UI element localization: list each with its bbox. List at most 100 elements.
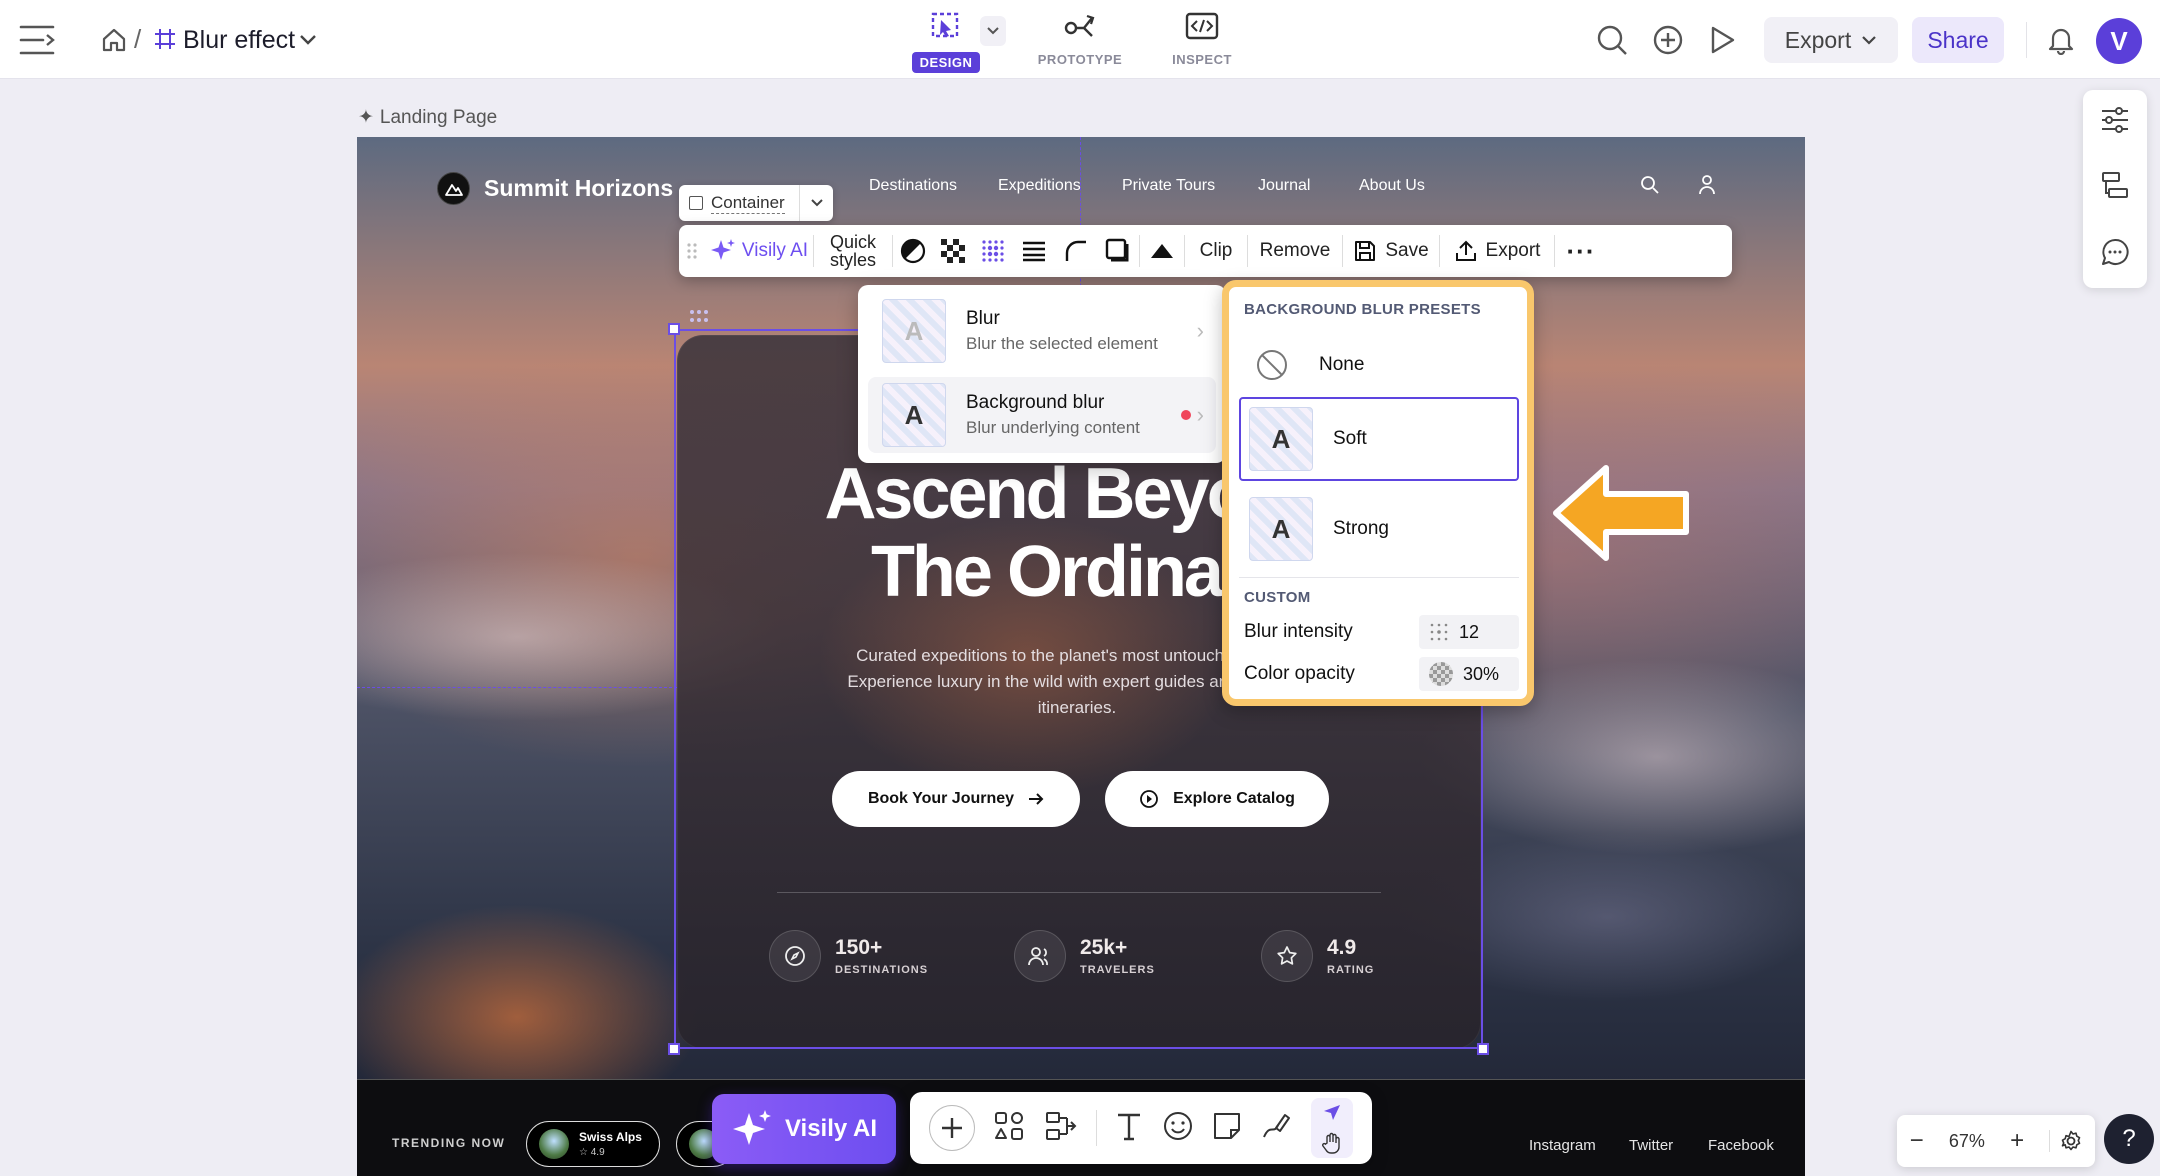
blur-intensity-input[interactable]: 12 [1419, 615, 1519, 649]
blur-intensity-label: Blur intensity [1244, 621, 1353, 642]
site-navbar: Summit Horizons Destinations Expeditions… [357, 137, 1805, 237]
toolbar-visily-ai-button[interactable]: Visily AI [705, 225, 813, 277]
add-circle-icon[interactable] [1650, 22, 1686, 58]
save-button[interactable]: Save [1343, 225, 1439, 277]
chevron-down-icon[interactable] [799, 185, 833, 221]
active-dot [1180, 410, 1191, 420]
site-user-icon[interactable] [1698, 174, 1716, 201]
corner-radius-icon[interactable] [1055, 225, 1097, 277]
zoom-out-icon[interactable]: − [1910, 1127, 1924, 1155]
footer-link-facebook[interactable]: Facebook [1708, 1137, 1774, 1154]
tab-inspect[interactable]: INSPECT [1154, 8, 1250, 74]
zoom-in-icon[interactable]: + [2010, 1127, 2024, 1155]
align-lines-icon[interactable] [1013, 225, 1055, 277]
color-opacity-input[interactable]: 30% [1419, 657, 1519, 691]
visily-ai-button[interactable]: Visily AI [712, 1094, 896, 1164]
site-nav-destinations[interactable]: Destinations [869, 177, 957, 195]
gear-icon[interactable] [2049, 1130, 2082, 1152]
blur-dots-icon[interactable] [973, 225, 1013, 277]
add-icon[interactable] [929, 1105, 976, 1151]
site-nav-private-tours[interactable]: Private Tours [1122, 177, 1215, 195]
toolbar-drag-icon[interactable] [679, 225, 705, 277]
search-icon[interactable] [1594, 22, 1630, 58]
design-icon [931, 12, 959, 38]
site-brand[interactable]: Summit Horizons [437, 172, 673, 205]
top-bar: / Blur effect DESIGN PROTOTYPE INSPECT E… [0, 0, 2160, 79]
help-button[interactable]: ? [2104, 1114, 2154, 1164]
site-nav-journal[interactable]: Journal [1258, 177, 1310, 195]
resize-handle-tl[interactable] [668, 323, 680, 335]
resize-handle-bl[interactable] [668, 1043, 680, 1055]
share-button[interactable]: Share [1912, 17, 2004, 63]
menu-item-blur-desc: Blur the selected element [966, 334, 1158, 353]
zoom-control: − 67% + [1897, 1115, 2095, 1167]
container-selector[interactable]: Container [679, 185, 833, 221]
zoom-level[interactable]: 67% [1949, 1131, 1985, 1152]
chevron-down-icon[interactable] [296, 28, 320, 52]
components-icon[interactable] [993, 1110, 1025, 1147]
file-title[interactable]: Blur effect [183, 26, 295, 55]
home-icon[interactable] [98, 24, 130, 56]
footer-link-twitter[interactable]: Twitter [1629, 1137, 1673, 1154]
hand-icon[interactable] [1321, 1132, 1342, 1154]
checker-opacity-icon[interactable] [933, 225, 973, 277]
pen-tool-icon[interactable] [1260, 1111, 1292, 1146]
flow-icon[interactable] [1044, 1110, 1078, 1147]
color-opacity-label: Color opacity [1244, 663, 1355, 684]
site-nav-about[interactable]: About Us [1359, 177, 1425, 195]
soft-thumbnail: A [1249, 407, 1313, 471]
site-brand-name: Summit Horizons [484, 175, 674, 201]
layers-tree-icon[interactable] [2100, 170, 2130, 205]
blur-dots-icon [1430, 623, 1448, 641]
remove-button[interactable]: Remove [1248, 225, 1342, 277]
play-icon[interactable] [1704, 22, 1740, 58]
contrast-icon[interactable] [893, 225, 933, 277]
preset-soft[interactable]: A Soft [1239, 397, 1519, 481]
text-tool-icon[interactable] [1115, 1111, 1143, 1146]
site-nav-expeditions[interactable]: Expeditions [998, 177, 1081, 195]
preset-strong[interactable]: A Strong [1239, 487, 1519, 571]
site-search-icon[interactable] [1640, 175, 1660, 200]
blur-type-menu: A Blur Blur the selected element › A Bac… [858, 285, 1226, 463]
avatar[interactable]: V [2096, 18, 2142, 64]
sticky-note-icon[interactable] [1212, 1111, 1242, 1146]
shadow-icon[interactable] [1097, 225, 1139, 277]
preset-none[interactable]: None [1239, 335, 1519, 395]
footer-link-instagram[interactable]: Instagram [1529, 1137, 1596, 1154]
sliders-icon[interactable] [2100, 106, 2130, 139]
custom-heading: CUSTOM [1244, 589, 1311, 606]
breadcrumb-separator: / [134, 24, 142, 54]
blur-intensity-value: 12 [1459, 621, 1480, 642]
notifications-bell-icon[interactable] [2026, 22, 2094, 58]
export-button[interactable]: Export [1764, 17, 1898, 63]
blur-intensity-row: Blur intensity 12 [1244, 614, 1519, 650]
more-options-icon[interactable]: ··· [1555, 225, 1607, 277]
upload-icon [1455, 240, 1476, 261]
trending-pill-swiss-alps[interactable]: Swiss Alps ☆ 4.9 [526, 1121, 660, 1167]
menu-item-blur[interactable]: A Blur Blur the selected element › [868, 293, 1216, 369]
flip-triangle-icon[interactable] [1140, 225, 1184, 277]
toolbar-quick-styles[interactable]: Quick styles [814, 225, 892, 277]
orange-arrow-icon [1550, 460, 1692, 571]
none-icon [1257, 350, 1287, 380]
trending-label: TRENDING NOW [392, 1136, 506, 1150]
select-hand-tools[interactable] [1310, 1098, 1353, 1158]
chevron-right-icon: › [1196, 318, 1204, 343]
toolbar-export-button[interactable]: Export [1440, 225, 1554, 277]
resize-handle-br[interactable] [1477, 1043, 1489, 1055]
container-icon [689, 196, 703, 210]
frame-label[interactable]: ✦ Landing Page [358, 106, 497, 129]
design-mode-dropdown[interactable] [980, 16, 1006, 46]
right-side-panel [2083, 90, 2147, 288]
menu-item-background-blur[interactable]: A Background blur Blur underlying conten… [868, 377, 1216, 453]
clip-button[interactable]: Clip [1185, 225, 1247, 277]
comment-icon[interactable] [2100, 237, 2130, 272]
tab-prototype[interactable]: PROTOTYPE [1032, 8, 1128, 74]
trending-thumbnail [539, 1129, 569, 1159]
container-label: Container [711, 192, 785, 214]
drag-handle-icon[interactable] [689, 309, 709, 323]
cursor-icon[interactable] [1322, 1103, 1342, 1123]
emoji-icon[interactable] [1162, 1110, 1194, 1147]
preset-soft-label: Soft [1333, 428, 1367, 449]
menu-icon[interactable] [18, 20, 58, 60]
